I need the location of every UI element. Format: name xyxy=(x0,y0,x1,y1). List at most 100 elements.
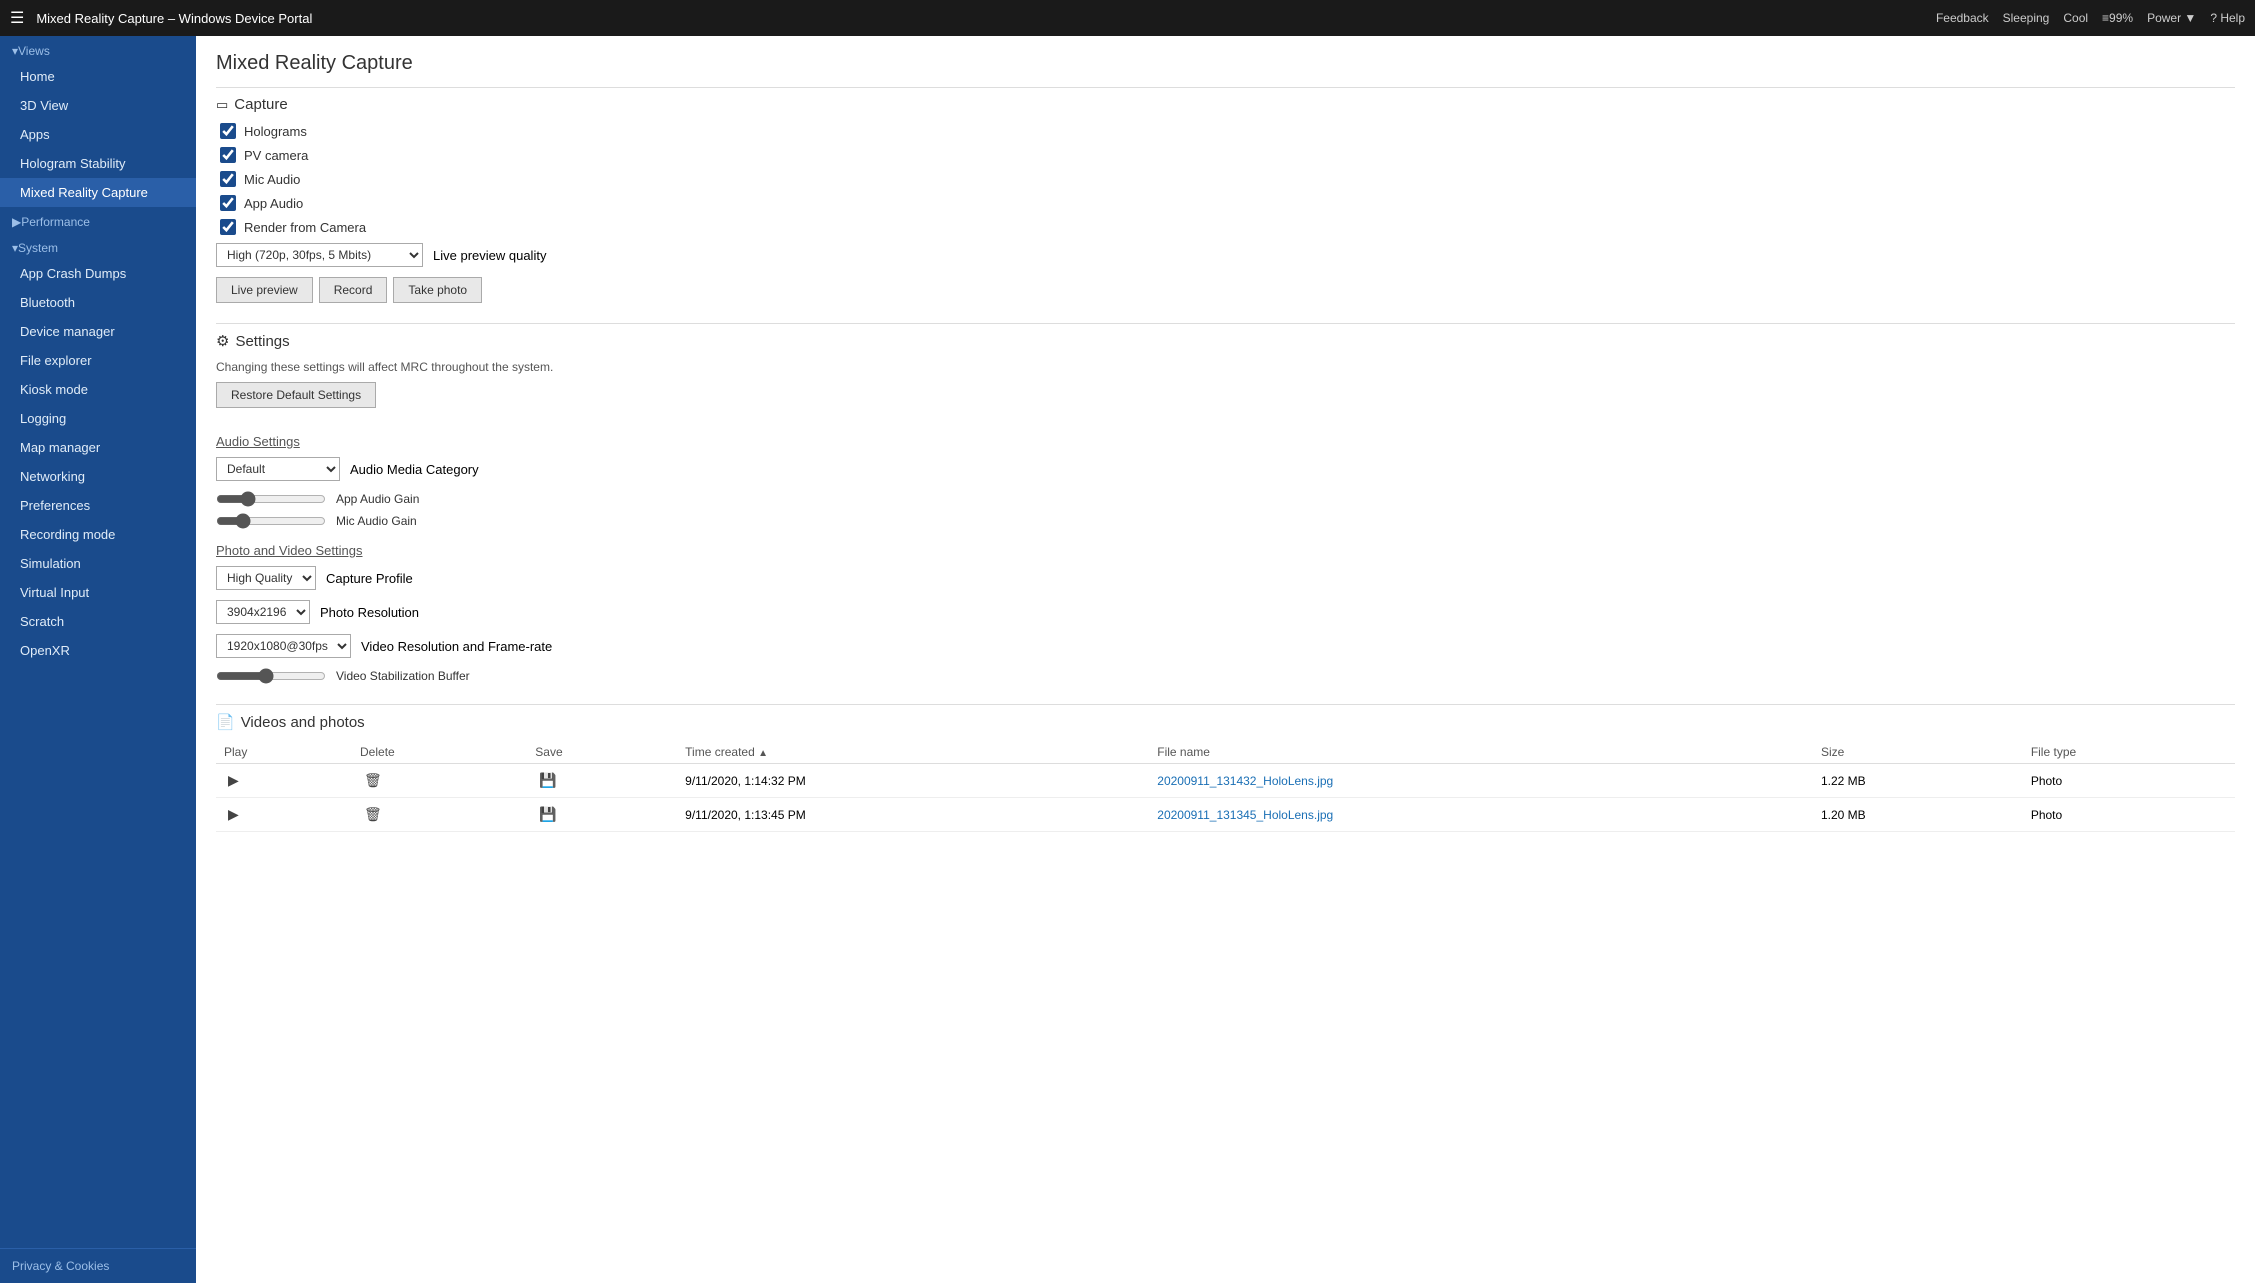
table-row: ▶ 🗑 💾 9/11/2020, 1:13:45 PM 20200911_131… xyxy=(216,798,2235,832)
quality-label: Live preview quality xyxy=(433,248,546,263)
capture-buttons: Live preview Record Take photo xyxy=(216,277,2235,303)
sidebar-system-header[interactable]: ▾System xyxy=(0,233,196,259)
table-row: ▶ 🗑 💾 9/11/2020, 1:14:32 PM 20200911_131… xyxy=(216,764,2235,798)
size-2: 1.20 MB xyxy=(1813,798,2023,832)
sidebar-footer[interactable]: Privacy & Cookies xyxy=(0,1248,196,1283)
titlebar: ☰ Mixed Reality Capture – Windows Device… xyxy=(0,0,2255,36)
col-save[interactable]: Save xyxy=(527,741,677,764)
size-1: 1.22 MB xyxy=(1813,764,2023,798)
quality-select[interactable]: High (720p, 30fps, 5 Mbits) Medium (480p… xyxy=(216,243,423,267)
power-btn[interactable]: Power ▼ xyxy=(2147,11,2196,25)
sidebar-item-file-explorer[interactable]: File explorer xyxy=(0,346,196,375)
restore-defaults-button[interactable]: Restore Default Settings xyxy=(216,382,376,408)
settings-description: Changing these settings will affect MRC … xyxy=(216,360,2235,374)
sidebar-item-recording-mode[interactable]: Recording mode xyxy=(0,520,196,549)
sidebar-item-mixed-reality-capture[interactable]: Mixed Reality Capture xyxy=(0,178,196,207)
video-stabilization-row: Video Stabilization Buffer xyxy=(216,668,2235,684)
time-1: 9/11/2020, 1:14:32 PM xyxy=(677,764,1149,798)
delete-button-1[interactable]: 🗑 xyxy=(360,770,386,791)
sidebar-item-kiosk-mode[interactable]: Kiosk mode xyxy=(0,375,196,404)
capture-profile-row: High Quality Balanced Power Capture Prof… xyxy=(216,566,2235,590)
filename-1[interactable]: 20200911_131432_HoloLens.jpg xyxy=(1157,774,1333,788)
settings-section-header: ⚙ Settings xyxy=(216,332,2235,350)
col-size[interactable]: Size xyxy=(1813,741,2023,764)
audio-settings-label: Audio Settings xyxy=(216,434,2235,449)
render-from-camera-row: Render from Camera xyxy=(216,219,2235,235)
capture-profile-label: Capture Profile xyxy=(326,571,413,586)
capture-section-label: Capture xyxy=(234,96,287,113)
app-audio-checkbox[interactable] xyxy=(220,195,236,211)
sidebar-item-apps[interactable]: Apps xyxy=(0,120,196,149)
titlebar-actions: Feedback Sleeping Cool ≡99% Power ▼ ? He… xyxy=(1936,11,2245,25)
filetype-1: Photo xyxy=(2023,764,2235,798)
app-body: ▾Views Home 3D View Apps Hologram Stabil… xyxy=(0,36,2255,1283)
main-content: Mixed Reality Capture ▭ Capture Hologram… xyxy=(196,36,2255,1283)
capture-profile-select[interactable]: High Quality Balanced Power xyxy=(216,566,316,590)
col-time-created[interactable]: Time created ▲ xyxy=(677,741,1149,764)
live-preview-button[interactable]: Live preview xyxy=(216,277,313,303)
delete-button-2[interactable]: 🗑 xyxy=(360,804,386,825)
feedback-btn[interactable]: Feedback xyxy=(1936,11,1989,25)
capture-section: ▭ Capture Holograms PV camera Mic Audio … xyxy=(216,87,2235,303)
page-title: Mixed Reality Capture xyxy=(216,52,2235,75)
col-filetype[interactable]: File type xyxy=(2023,741,2235,764)
menu-icon[interactable]: ☰ xyxy=(10,8,24,28)
holograms-row: Holograms xyxy=(216,123,2235,139)
sidebar-item-map-manager[interactable]: Map manager xyxy=(0,433,196,462)
app-audio-gain-slider[interactable] xyxy=(216,491,326,507)
sidebar-item-preferences[interactable]: Preferences xyxy=(0,491,196,520)
sidebar-item-simulation[interactable]: Simulation xyxy=(0,549,196,578)
battery-status: ≡99% xyxy=(2102,11,2133,25)
play-button-1[interactable]: ▶ xyxy=(224,770,243,791)
sidebar-item-3dview[interactable]: 3D View xyxy=(0,91,196,120)
sidebar-views-header[interactable]: ▾Views xyxy=(0,36,196,62)
photo-resolution-label: Photo Resolution xyxy=(320,605,419,620)
photo-video-settings-label: Photo and Video Settings xyxy=(216,543,2235,558)
audio-media-category-label: Audio Media Category xyxy=(350,462,479,477)
sidebar-item-networking[interactable]: Networking xyxy=(0,462,196,491)
video-resolution-select[interactable]: 1920x1080@30fps 1280x720@30fps 640x360@3… xyxy=(216,634,351,658)
sidebar-item-virtual-input[interactable]: Virtual Input xyxy=(0,578,196,607)
sidebar-item-home[interactable]: Home xyxy=(0,62,196,91)
audio-media-category-select[interactable]: Default Communications Media GameChat Ot… xyxy=(216,457,340,481)
save-button-1[interactable]: 💾 xyxy=(535,770,560,791)
save-button-2[interactable]: 💾 xyxy=(535,804,560,825)
record-button[interactable]: Record xyxy=(319,277,388,303)
sidebar-item-logging[interactable]: Logging xyxy=(0,404,196,433)
settings-section: ⚙ Settings Changing these settings will … xyxy=(216,323,2235,684)
video-stabilization-slider[interactable] xyxy=(216,668,326,684)
sidebar-item-openxr[interactable]: OpenXR xyxy=(0,636,196,665)
render-from-camera-checkbox[interactable] xyxy=(220,219,236,235)
sidebar-item-scratch[interactable]: Scratch xyxy=(0,607,196,636)
settings-icon: ⚙ xyxy=(216,332,229,350)
holograms-label: Holograms xyxy=(244,124,307,139)
mic-audio-checkbox[interactable] xyxy=(220,171,236,187)
col-play[interactable]: Play xyxy=(216,741,352,764)
col-delete[interactable]: Delete xyxy=(352,741,527,764)
sidebar-item-hologram-stability[interactable]: Hologram Stability xyxy=(0,149,196,178)
play-button-2[interactable]: ▶ xyxy=(224,804,243,825)
audio-media-category-row: Default Communications Media GameChat Ot… xyxy=(216,457,2235,481)
mic-audio-label: Mic Audio xyxy=(244,172,300,187)
sidebar-performance-header[interactable]: ▶Performance xyxy=(0,207,196,233)
sidebar-item-app-crash-dumps[interactable]: App Crash Dumps xyxy=(0,259,196,288)
take-photo-button[interactable]: Take photo xyxy=(393,277,482,303)
mic-audio-gain-row: Mic Audio Gain xyxy=(216,513,2235,529)
mic-audio-row: Mic Audio xyxy=(216,171,2235,187)
sidebar-item-device-manager[interactable]: Device manager xyxy=(0,317,196,346)
titlebar-title: Mixed Reality Capture – Windows Device P… xyxy=(36,11,1936,26)
sidebar-item-bluetooth[interactable]: Bluetooth xyxy=(0,288,196,317)
holograms-checkbox[interactable] xyxy=(220,123,236,139)
col-filename[interactable]: File name xyxy=(1149,741,1813,764)
files-table: Play Delete Save Time created ▲ File nam… xyxy=(216,741,2235,832)
pv-camera-checkbox[interactable] xyxy=(220,147,236,163)
mic-audio-gain-slider[interactable] xyxy=(216,513,326,529)
help-btn[interactable]: ? Help xyxy=(2210,11,2245,25)
settings-section-label: Settings xyxy=(235,333,289,350)
video-resolution-row: 1920x1080@30fps 1280x720@30fps 640x360@3… xyxy=(216,634,2235,658)
files-section: 📄 Videos and photos Play Delete Save Tim… xyxy=(216,704,2235,832)
pv-camera-label: PV camera xyxy=(244,148,308,163)
photo-resolution-select[interactable]: 3904x2196 1920x1080 1280x720 xyxy=(216,600,310,624)
filename-2[interactable]: 20200911_131345_HoloLens.jpg xyxy=(1157,808,1333,822)
sidebar: ▾Views Home 3D View Apps Hologram Stabil… xyxy=(0,36,196,1283)
